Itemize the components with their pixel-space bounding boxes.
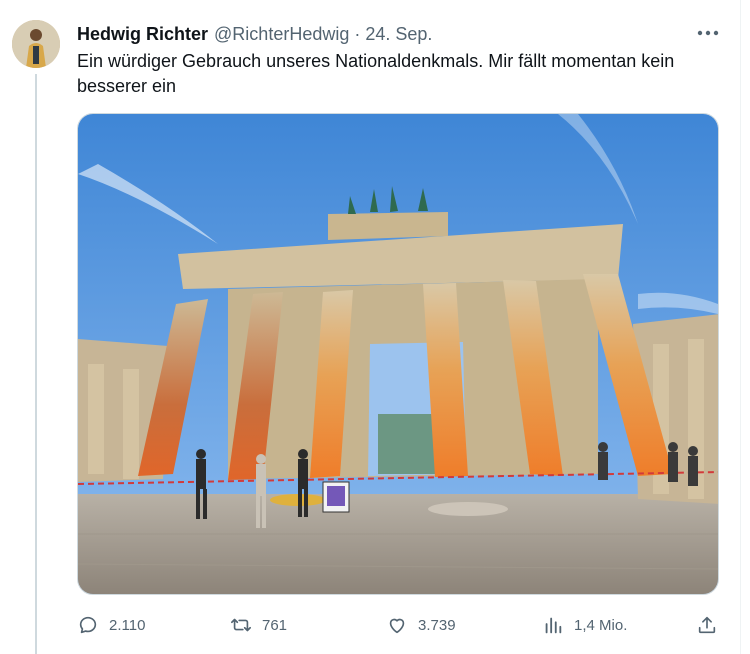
reply-button[interactable]: 2.110 <box>77 612 145 638</box>
tweet-header: Hedwig Richter @RichterHedwig · 24. Sep. <box>77 22 432 46</box>
thread-connector-line <box>35 74 37 654</box>
like-count: 3.739 <box>418 616 456 634</box>
brandenburg-gate-photo <box>78 114 718 594</box>
retweet-count: 761 <box>262 616 288 634</box>
more-options-button[interactable] <box>694 22 722 44</box>
more-horizontal-icon <box>697 30 719 36</box>
retweet-button[interactable]: 761 <box>230 612 287 638</box>
timeline-column-border <box>740 0 741 654</box>
retweet-arrows-icon <box>230 614 252 636</box>
avatar-image <box>12 20 60 68</box>
tweet-date[interactable]: 24. Sep. <box>365 24 432 45</box>
view-count: 1,4 Mio. <box>574 616 628 634</box>
author-handle[interactable]: @RichterHedwig <box>214 24 349 45</box>
bar-chart-icon <box>542 614 564 636</box>
heart-icon <box>386 614 408 636</box>
views-button[interactable]: 1,4 Mio. <box>542 612 627 638</box>
tweet-action-bar: 2.110 761 3.739 1,4 Mio. <box>77 608 722 642</box>
header-separator: · <box>354 23 361 44</box>
like-button[interactable]: 3.739 <box>386 612 456 638</box>
speech-bubble-icon <box>77 614 99 636</box>
share-button[interactable] <box>696 612 718 638</box>
tweet-text: Ein würdiger Gebrauch unseres Nationalde… <box>77 51 675 96</box>
author-name[interactable]: Hedwig Richter <box>77 24 208 45</box>
upload-share-icon <box>696 614 718 636</box>
tweet-photo[interactable] <box>77 113 719 595</box>
avatar[interactable] <box>12 20 60 68</box>
reply-count: 2.110 <box>109 616 146 634</box>
